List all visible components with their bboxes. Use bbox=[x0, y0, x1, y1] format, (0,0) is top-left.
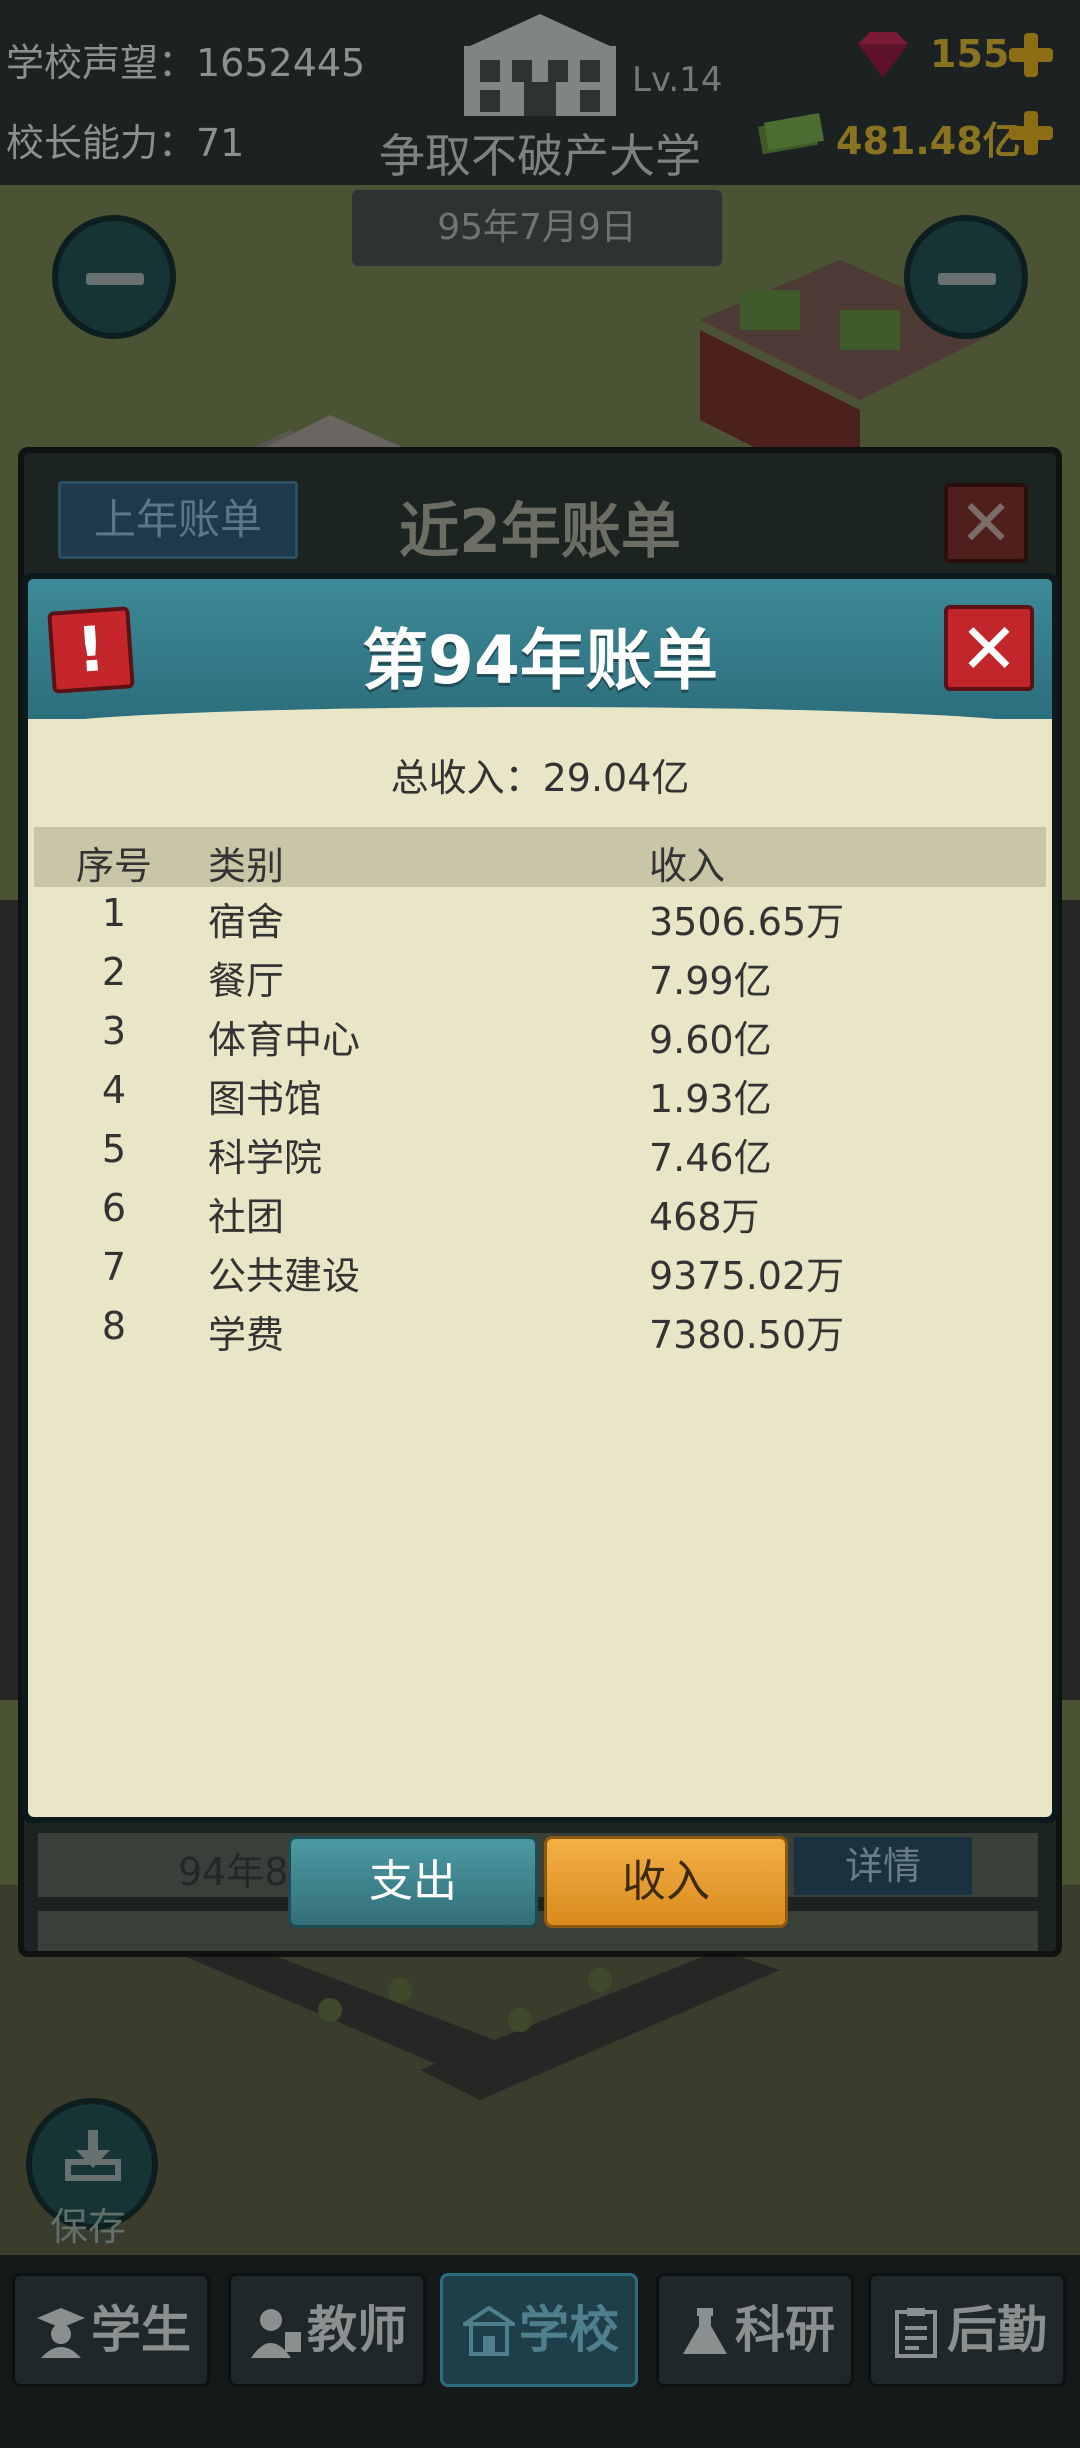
row-income: 7.46亿 bbox=[649, 1136, 772, 1180]
school-building-icon bbox=[464, 14, 616, 116]
close-icon: ✕ bbox=[959, 487, 1013, 561]
warning-icon: ! bbox=[47, 606, 135, 694]
row-no: 2 bbox=[101, 950, 127, 994]
outer-close-button[interactable]: ✕ bbox=[944, 483, 1028, 563]
row-income: 9375.02万 bbox=[649, 1254, 845, 1298]
table-row: 1 宿舍 3506.65万 bbox=[34, 887, 1046, 946]
bill-list-row bbox=[38, 1911, 1038, 1951]
money-count: 481.48亿 bbox=[836, 119, 1021, 163]
row-income: 7380.50万 bbox=[649, 1313, 845, 1357]
nav-tab-teachers[interactable]: 教师 bbox=[228, 2273, 426, 2387]
nav-tab-research[interactable]: 科研 bbox=[656, 2273, 854, 2387]
nav-tab-school[interactable]: 学校 bbox=[440, 2273, 638, 2387]
row-income: 3506.65万 bbox=[649, 900, 845, 944]
row-category: 学费 bbox=[208, 1313, 285, 1357]
nav-label: 学生 bbox=[91, 2301, 191, 2359]
income-tab-button[interactable]: 收入 bbox=[544, 1836, 788, 1928]
table-header: 序号 类别 收入 bbox=[34, 827, 1046, 888]
row-no: 1 bbox=[101, 891, 127, 935]
zoom-out-button-left[interactable] bbox=[52, 215, 176, 339]
row-income: 7.99亿 bbox=[649, 959, 772, 1003]
table-row: 5 科学院 7.46亿 bbox=[34, 1123, 1046, 1182]
gem-count: 155 bbox=[930, 32, 1010, 76]
row-no: 3 bbox=[101, 1009, 127, 1053]
roads bbox=[170, 1950, 780, 2100]
detail-button[interactable]: 详情 bbox=[794, 1837, 972, 1895]
row-no: 6 bbox=[101, 1186, 127, 1230]
close-icon: ✕ bbox=[959, 608, 1019, 690]
add-money-button[interactable] bbox=[1006, 108, 1056, 158]
nav-label: 学校 bbox=[519, 2301, 619, 2359]
nav-tab-students[interactable]: 学生 bbox=[12, 2273, 210, 2387]
table-row: 6 社团 468万 bbox=[34, 1182, 1046, 1241]
row-category: 体育中心 bbox=[208, 1018, 361, 1062]
row-no: 7 bbox=[101, 1245, 127, 1289]
school-level: Lv.14 bbox=[632, 60, 723, 100]
game-date: 95年7月9日 bbox=[352, 190, 722, 266]
zoom-out-button-right[interactable] bbox=[904, 215, 1028, 339]
table-row: 7 公共建设 9375.02万 bbox=[34, 1241, 1046, 1300]
save-label: 保存 bbox=[50, 2205, 127, 2249]
dialog-header: 第94年账单 ! ✕ bbox=[28, 579, 1052, 719]
add-gems-button[interactable] bbox=[1006, 30, 1056, 80]
total-income: 总收入：29.04亿 bbox=[390, 756, 690, 800]
row-category: 图书馆 bbox=[208, 1077, 323, 1121]
table-row: 8 学费 7380.50万 bbox=[34, 1300, 1046, 1359]
school-icon bbox=[463, 2306, 515, 2356]
column-header-category: 类别 bbox=[208, 844, 285, 888]
row-no: 4 bbox=[101, 1068, 127, 1112]
column-header-no: 序号 bbox=[75, 844, 152, 888]
outer-dialog-title: 近2年账单 bbox=[399, 497, 681, 567]
row-income: 468万 bbox=[649, 1195, 760, 1239]
row-category: 餐厅 bbox=[208, 959, 285, 1003]
clipboard-icon bbox=[895, 2308, 937, 2358]
row-no: 8 bbox=[101, 1304, 127, 1348]
table-row: 2 餐厅 7.99亿 bbox=[34, 946, 1046, 1005]
close-button[interactable]: ✕ bbox=[944, 605, 1034, 691]
money-icon bbox=[757, 113, 824, 155]
nav-label: 科研 bbox=[735, 2301, 835, 2359]
nav-label: 教师 bbox=[307, 2301, 407, 2359]
nav-label: 后勤 bbox=[947, 2301, 1047, 2359]
teacher-icon bbox=[251, 2309, 301, 2358]
top-status-bar: 学校声望：1652445 校长能力：71 Lv.14 争取不破产大学 155 4… bbox=[0, 0, 1080, 185]
row-category: 科学院 bbox=[208, 1136, 323, 1180]
row-category: 社团 bbox=[208, 1195, 285, 1239]
expense-tab-button[interactable]: 支出 bbox=[288, 1836, 538, 1928]
dialog-title: 第94年账单 bbox=[362, 622, 718, 699]
column-header-income: 收入 bbox=[649, 844, 726, 888]
row-category: 宿舍 bbox=[208, 900, 285, 944]
table-row: 4 图书馆 1.93亿 bbox=[34, 1064, 1046, 1123]
table-row: 3 体育中心 9.60亿 bbox=[34, 1005, 1046, 1064]
row-category: 公共建设 bbox=[208, 1254, 361, 1298]
nav-tab-logistics[interactable]: 后勤 bbox=[868, 2273, 1066, 2387]
bottom-navigation: 学生 教师 学校 科研 后勤 bbox=[0, 2255, 1080, 2448]
row-no: 5 bbox=[101, 1127, 127, 1171]
reputation-label: 学校声望：1652445 bbox=[6, 41, 366, 85]
download-icon bbox=[65, 2130, 121, 2181]
student-icon bbox=[37, 2308, 85, 2358]
row-income: 1.93亿 bbox=[649, 1077, 772, 1121]
gem-icon bbox=[858, 32, 908, 78]
flask-icon bbox=[683, 2308, 727, 2354]
row-income: 9.60亿 bbox=[649, 1018, 772, 1062]
year-94-bill-dialog: 第94年账单 ! ✕ 总收入：29.04亿 序号 类别 收入 1 宿舍 3506… bbox=[22, 573, 1058, 1823]
